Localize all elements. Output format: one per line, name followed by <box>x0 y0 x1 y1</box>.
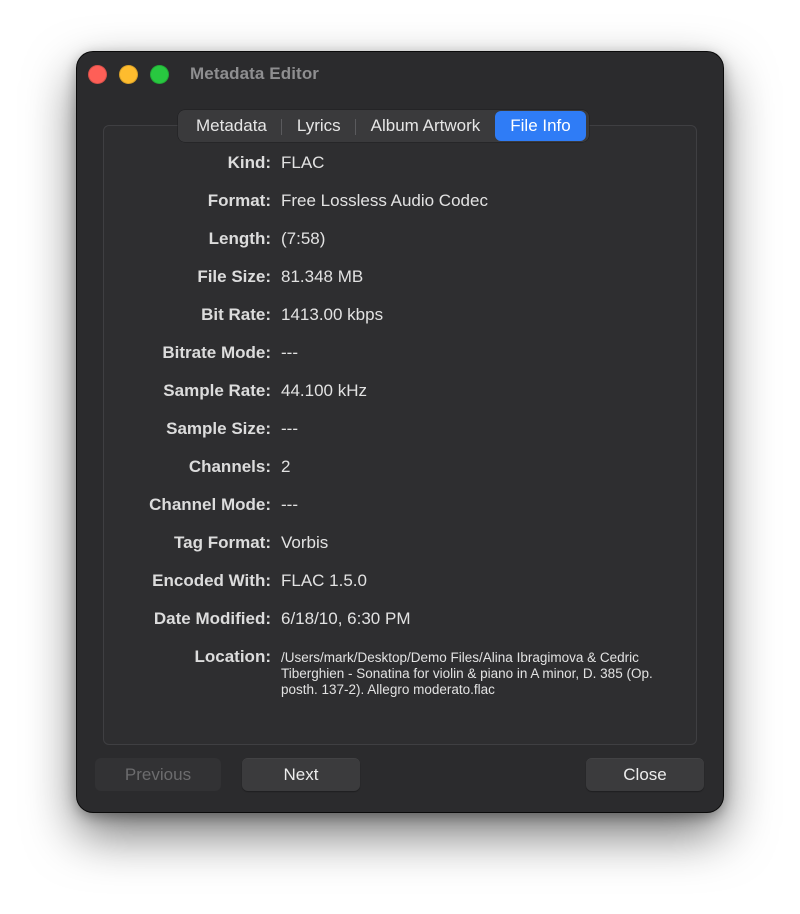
info-row-location: Location: /Users/mark/Desktop/Demo Files… <box>77 647 697 697</box>
tab-metadata[interactable]: Metadata <box>181 111 282 141</box>
close-window-icon[interactable] <box>88 65 107 84</box>
info-label: Location: <box>194 647 272 666</box>
info-row-file-size: File Size: 81.348 MB <box>77 267 697 291</box>
info-row-channels: Channels: 2 <box>77 457 697 481</box>
info-label: Encoded With: <box>152 571 271 590</box>
info-value: FLAC <box>281 153 325 172</box>
info-row-channel-mode: Channel Mode: --- <box>77 495 697 519</box>
info-label: Length: <box>208 229 271 248</box>
info-row-date-modified: Date Modified: 6/18/10, 6:30 PM <box>77 609 697 633</box>
tab-lyrics[interactable]: Lyrics <box>282 111 356 141</box>
tab-album-artwork[interactable]: Album Artwork <box>356 111 496 141</box>
info-label: Tag Format: <box>174 533 271 552</box>
location-path: /Users/mark/Desktop/Demo Files/Alina Ibr… <box>281 650 653 697</box>
info-row-sample-rate: Sample Rate: 44.100 kHz <box>77 381 697 405</box>
info-value: 81.348 MB <box>281 267 364 286</box>
minimize-window-icon[interactable] <box>119 65 138 84</box>
title-bar: Metadata Editor <box>77 52 723 96</box>
tab-bar: Metadata Lyrics Album Artwork File Info <box>178 110 589 142</box>
info-row-format: Format: Free Lossless Audio Codec <box>77 191 697 215</box>
info-value: FLAC 1.5.0 <box>281 571 367 590</box>
metadata-editor-window: Metadata Editor Metadata Lyrics Album Ar… <box>77 52 723 812</box>
next-button[interactable]: Next <box>242 758 360 791</box>
previous-button[interactable]: Previous <box>95 758 221 791</box>
info-value: --- <box>281 495 298 514</box>
info-value: --- <box>281 419 298 438</box>
info-label: Format: <box>207 191 271 210</box>
info-row-encoded-with: Encoded With: FLAC 1.5.0 <box>77 571 697 595</box>
info-label: Bitrate Mode: <box>162 343 271 362</box>
tab-label: Lyrics <box>296 116 341 135</box>
info-value: 44.100 kHz <box>281 381 367 400</box>
info-value: 6/18/10, 6:30 PM <box>281 609 411 628</box>
info-value: --- <box>281 343 298 362</box>
info-label: Channel Mode: <box>149 495 271 514</box>
info-value: Free Lossless Audio Codec <box>281 191 488 210</box>
info-row-sample-size: Sample Size: --- <box>77 419 697 443</box>
info-label: Kind: <box>227 153 271 172</box>
info-row-tag-format: Tag Format: Vorbis <box>77 533 697 557</box>
info-row-length: Length: (7:58) <box>77 229 697 253</box>
info-value: 2 <box>281 457 291 476</box>
info-row-bit-rate: Bit Rate: 1413.00 kbps <box>77 305 697 329</box>
window-title: Metadata Editor <box>190 64 320 83</box>
info-label: File Size: <box>197 267 271 286</box>
info-value: 1413.00 kbps <box>281 305 384 324</box>
zoom-window-icon[interactable] <box>150 65 169 84</box>
tab-label: File Info <box>510 116 571 135</box>
info-label: Date Modified: <box>153 609 271 628</box>
info-value: (7:58) <box>281 229 326 248</box>
info-label: Sample Rate: <box>163 381 271 400</box>
tab-label: Metadata <box>196 116 267 135</box>
info-label: Channels: <box>188 457 271 476</box>
info-row-kind: Kind: FLAC <box>77 153 697 177</box>
info-row-bitrate-mode: Bitrate Mode: --- <box>77 343 697 367</box>
info-label: Sample Size: <box>166 419 271 438</box>
tab-file-info[interactable]: File Info <box>495 111 586 141</box>
info-label: Bit Rate: <box>201 305 271 324</box>
info-value: Vorbis <box>281 533 329 552</box>
tab-label: Album Artwork <box>370 116 481 135</box>
close-button[interactable]: Close <box>586 758 704 791</box>
